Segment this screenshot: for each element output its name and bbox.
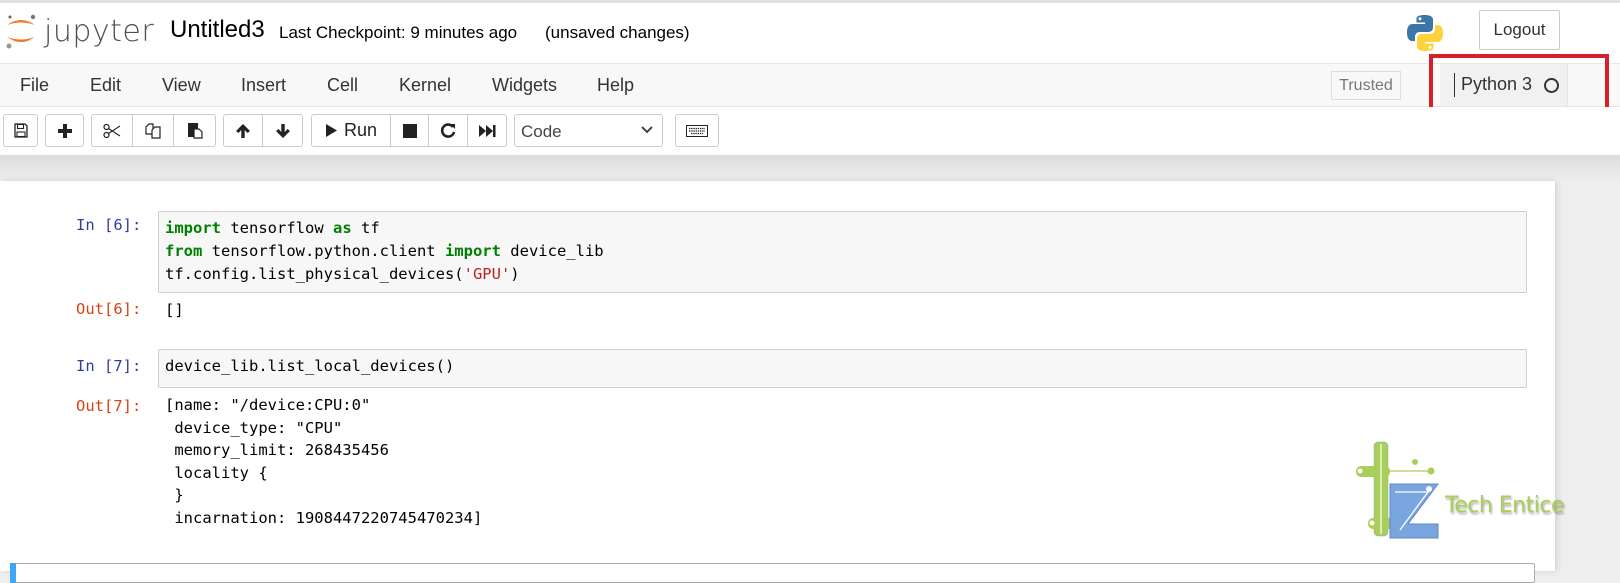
code-keyword: from — [165, 242, 203, 260]
menu-view[interactable]: View — [162, 75, 201, 96]
in-prompt: In [6]: — [76, 216, 142, 234]
code-keyword: as — [332, 219, 352, 237]
out-prompt: Out[6]: — [76, 300, 142, 318]
code-token: tf — [351, 219, 380, 237]
notebook-container: In [6]: import tensorflow as tf from tens… — [0, 181, 1555, 571]
menu-help[interactable]: Help — [597, 75, 634, 96]
run-all-button[interactable] — [468, 115, 506, 146]
code-keyword: import — [444, 242, 501, 260]
arrow-up-icon — [236, 123, 250, 138]
header: jupyter Untitled3 Last Checkpoint: 9 min… — [0, 3, 1620, 63]
page-shadow — [0, 155, 1620, 181]
paste-icon — [187, 123, 203, 139]
code-line: import tensorflow as tf — [165, 217, 1520, 240]
checkpoint-status: Last Checkpoint: 9 minutes ago — [279, 23, 518, 42]
clipboard-group — [91, 114, 216, 147]
code-token: tf.config.list_physical_devices( — [165, 265, 464, 283]
cell-type-select[interactable]: Code — [514, 114, 663, 147]
menubar: File Edit View Insert Cell Kernel Widget… — [0, 63, 1620, 107]
restart-icon — [440, 122, 456, 138]
insert-group — [45, 114, 84, 147]
arrow-down-icon — [275, 123, 290, 138]
copy-icon — [145, 123, 161, 139]
command-palette-button[interactable] — [676, 115, 718, 146]
toolbar: Run Code — [0, 107, 1620, 155]
plus-icon — [57, 123, 72, 138]
save-group — [3, 114, 38, 147]
trusted-indicator[interactable]: Trusted — [1331, 71, 1401, 100]
code-line: from tensorflow.python.client import dev… — [165, 240, 1520, 263]
menu-insert[interactable]: Insert — [241, 75, 286, 96]
menu-cell[interactable]: Cell — [327, 75, 358, 96]
stop-icon — [402, 123, 417, 138]
cell-output: [] — [165, 301, 184, 319]
code-keyword: import — [165, 219, 221, 237]
run-button[interactable]: Run — [312, 115, 391, 146]
cut-button[interactable] — [92, 115, 133, 146]
in-prompt: In [7]: — [76, 357, 142, 375]
move-up-button[interactable] — [224, 115, 263, 146]
code-input[interactable]: import tensorflow as tf from tensorflow.p… — [158, 211, 1527, 293]
code-token: tensorflow.python.client — [202, 242, 445, 260]
play-icon — [325, 124, 337, 137]
menu-kernel[interactable]: Kernel — [399, 75, 451, 96]
jupyter-logo[interactable]: jupyter — [4, 11, 154, 51]
selected-cell-indicator — [10, 563, 16, 583]
logout-button[interactable]: Logout — [1479, 10, 1560, 50]
move-down-button[interactable] — [263, 115, 302, 146]
copy-button[interactable] — [133, 115, 174, 146]
tech-entice-logo — [1350, 440, 1460, 545]
move-group — [223, 114, 303, 147]
code-input[interactable]: device_lib.list_local_devices() — [158, 349, 1527, 388]
save-icon — [13, 123, 28, 138]
restart-button[interactable] — [429, 115, 468, 146]
fast-forward-icon — [479, 124, 496, 137]
save-button[interactable] — [4, 115, 37, 146]
logo-text: jupyter — [44, 13, 155, 49]
keyboard-group — [675, 114, 719, 147]
jupyter-logo-icon — [6, 14, 36, 49]
chevron-down-icon — [641, 126, 653, 134]
selected-empty-cell[interactable] — [10, 563, 1535, 583]
code-token: device_lib.list_local_devices() — [165, 357, 455, 375]
save-status: (unsaved changes) — [545, 23, 690, 42]
run-label: Run — [343, 120, 378, 140]
code-line: tf.config.list_physical_devices('GPU') — [165, 263, 1520, 286]
notebook-title[interactable]: Untitled3 — [170, 16, 265, 44]
code-token: ) — [510, 265, 520, 283]
menu-edit[interactable]: Edit — [90, 75, 121, 96]
cell-type-value: Code — [521, 122, 562, 141]
menu-widgets[interactable]: Widgets — [492, 75, 557, 96]
run-group: Run — [311, 114, 507, 147]
keyboard-icon — [686, 124, 708, 137]
out-prompt: Out[7]: — [76, 397, 142, 415]
paste-button[interactable] — [174, 115, 215, 146]
cell-output: [name: "/device:CPU:0" device_type: "CPU… — [165, 396, 483, 527]
cut-icon — [103, 123, 121, 138]
code-token: tensorflow — [221, 219, 333, 237]
code-token: device_lib — [500, 242, 604, 260]
code-string: 'GPU' — [463, 265, 511, 283]
menu-file[interactable]: File — [20, 75, 49, 96]
interrupt-button[interactable] — [391, 115, 429, 146]
code-line: device_lib.list_local_devices() — [165, 355, 1520, 378]
python-logo-icon — [1405, 13, 1445, 58]
insert-cell-button[interactable] — [46, 115, 83, 146]
watermark-text: Tech Entice — [1445, 493, 1564, 518]
